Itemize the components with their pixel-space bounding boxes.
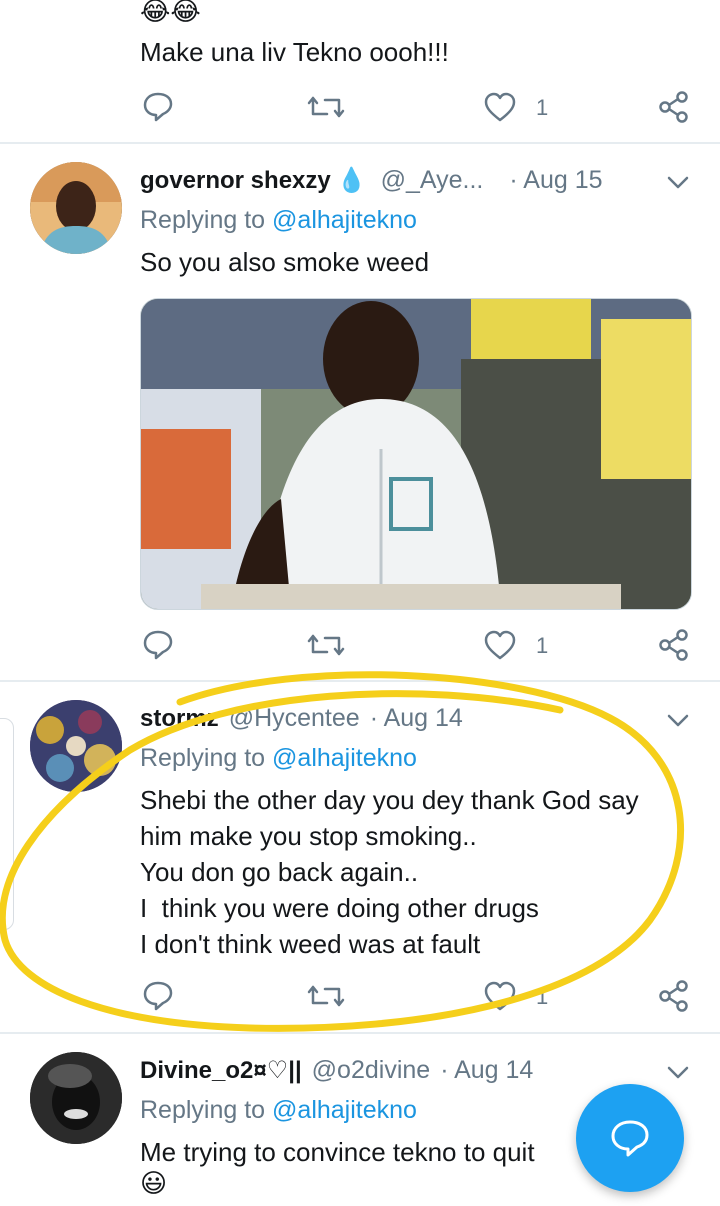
side-panel-edge [0, 718, 14, 930]
reply-icon[interactable] [138, 87, 178, 127]
replying-to: Replying to @alhajitekno [140, 744, 417, 773]
replying-label: Replying to [140, 206, 266, 234]
tweet-text-line: him make you stop smoking.. [140, 821, 477, 851]
compose-reply-icon [611, 1120, 649, 1157]
replying-label: Replying to [140, 1096, 266, 1124]
heart-icon[interactable] [480, 976, 520, 1016]
tweet-text-line: Shebi the other day you dey thank God sa… [140, 785, 639, 815]
like-count: 1 [536, 633, 549, 658]
display-name[interactable]: governor shexzy [140, 167, 331, 195]
mention-link[interactable]: @alhajitekno [272, 1096, 417, 1124]
share-icon[interactable] [654, 976, 694, 1016]
handle[interactable]: @o2divine [312, 1056, 431, 1085]
chevron-down-icon[interactable] [664, 168, 694, 198]
tweet-date[interactable]: · Aug 14 [370, 704, 463, 733]
retweet-icon[interactable] [306, 87, 346, 127]
replying-to: Replying to @alhajitekno [140, 206, 417, 235]
share-icon[interactable] [654, 87, 694, 127]
avatar[interactable] [30, 700, 122, 792]
like-count: 1 [536, 984, 549, 1009]
handle[interactable]: @_Aye... [381, 166, 484, 195]
smiley-emoji: 😃 [140, 1168, 168, 1198]
mention-link[interactable]: @alhajitekno [272, 744, 417, 772]
replying-to: Replying to @alhajitekno [140, 1096, 417, 1125]
retweet-icon[interactable] [306, 976, 346, 1016]
handle[interactable]: @Hycentee [229, 704, 360, 733]
divider [0, 142, 720, 144]
tweet-date[interactable]: · Aug 14 [440, 1056, 533, 1085]
droplet-icon: 💧 [336, 167, 367, 194]
divider [0, 680, 720, 682]
tweet-text: So you also smoke weed [140, 247, 430, 277]
divider [0, 1032, 720, 1034]
chevron-down-icon[interactable] [664, 706, 694, 736]
tweet-image[interactable] [140, 298, 692, 610]
laughing-emoji: 😂😂 [140, 0, 201, 26]
like-count: 1 [536, 95, 549, 120]
replying-label: Replying to [140, 744, 266, 772]
reply-icon[interactable] [138, 625, 178, 665]
compose-reply-button[interactable] [576, 1084, 684, 1192]
mention-link[interactable]: @alhajitekno [272, 206, 417, 234]
tweet-text-line: I think you were doing other drugs [140, 893, 539, 923]
display-name[interactable]: stormz [140, 705, 219, 733]
tweet-text-line: You don go back again.. [140, 857, 419, 887]
reply-icon[interactable] [138, 976, 178, 1016]
display-name[interactable]: Divine_o2¤♡|| [140, 1056, 302, 1085]
tweet-text: Me trying to convince tekno to quit [140, 1137, 535, 1167]
share-icon[interactable] [654, 625, 694, 665]
tweet-date[interactable]: · Aug 15 [509, 166, 602, 195]
chevron-down-icon[interactable] [664, 1058, 694, 1088]
avatar[interactable] [30, 162, 122, 254]
retweet-icon[interactable] [306, 625, 346, 665]
heart-icon[interactable] [480, 625, 520, 665]
heart-icon[interactable] [480, 87, 520, 127]
tweet-text: Make una liv Tekno oooh!!! [140, 37, 449, 67]
tweet-text-line: I don't think weed was at fault [140, 929, 481, 959]
avatar[interactable] [30, 1052, 122, 1144]
